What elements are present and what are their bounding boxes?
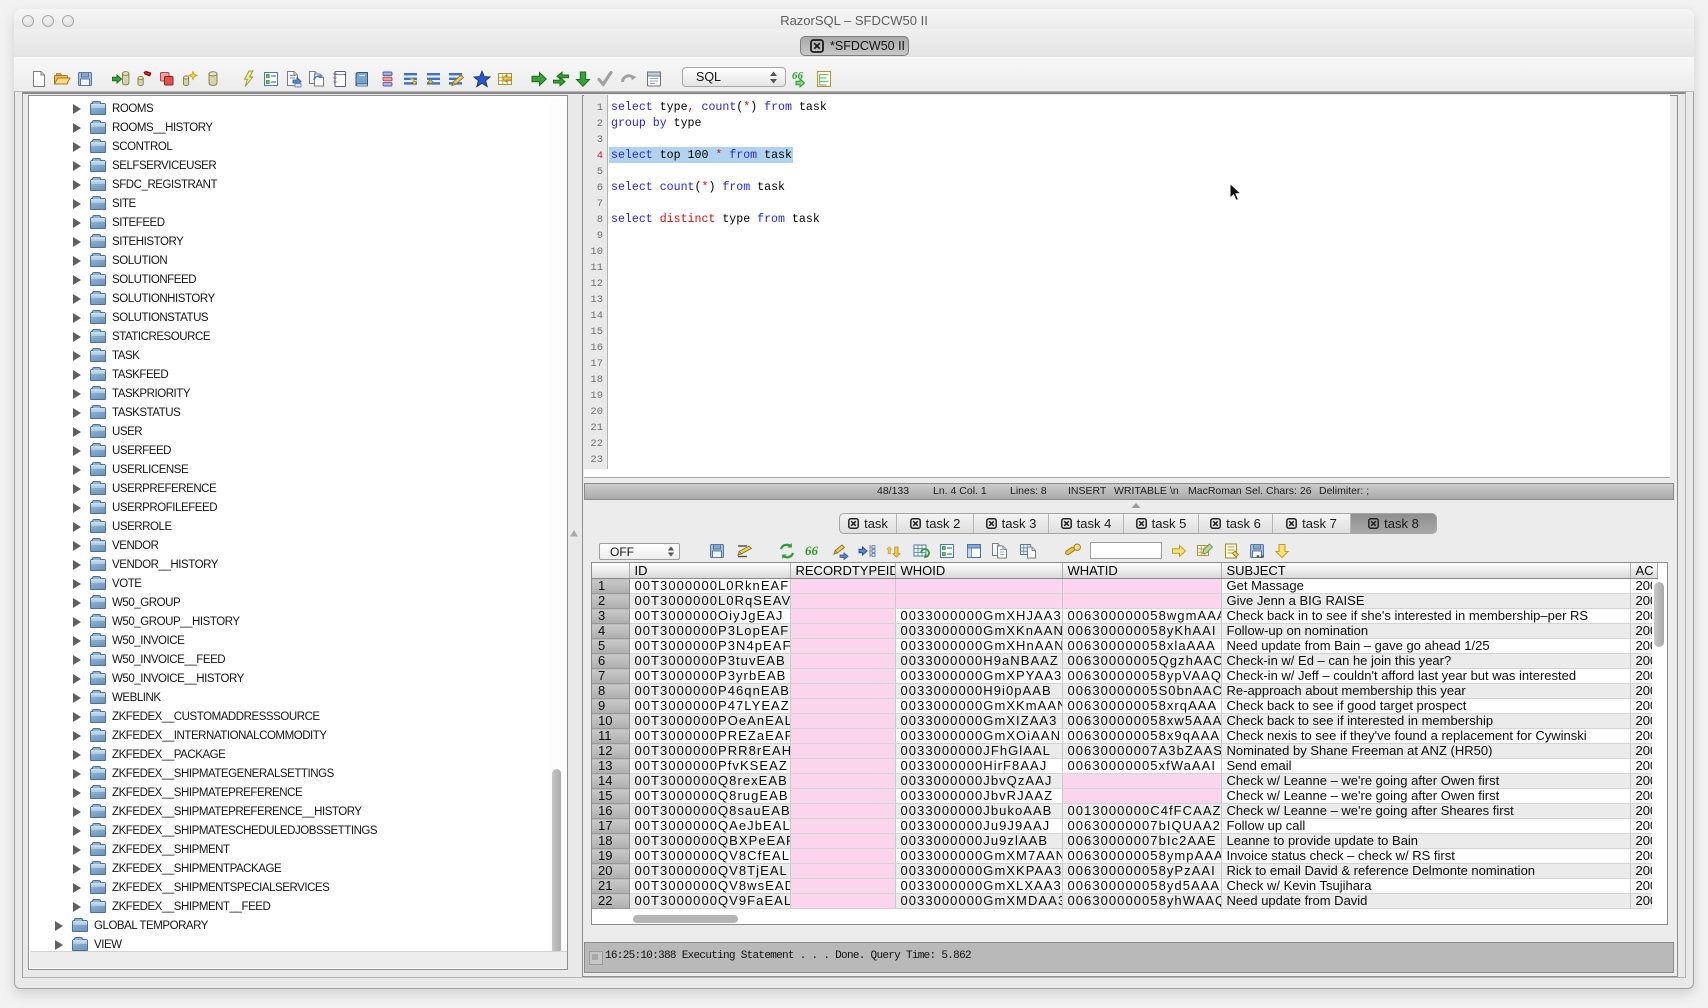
svg-text:66: 66 — [805, 543, 819, 558]
